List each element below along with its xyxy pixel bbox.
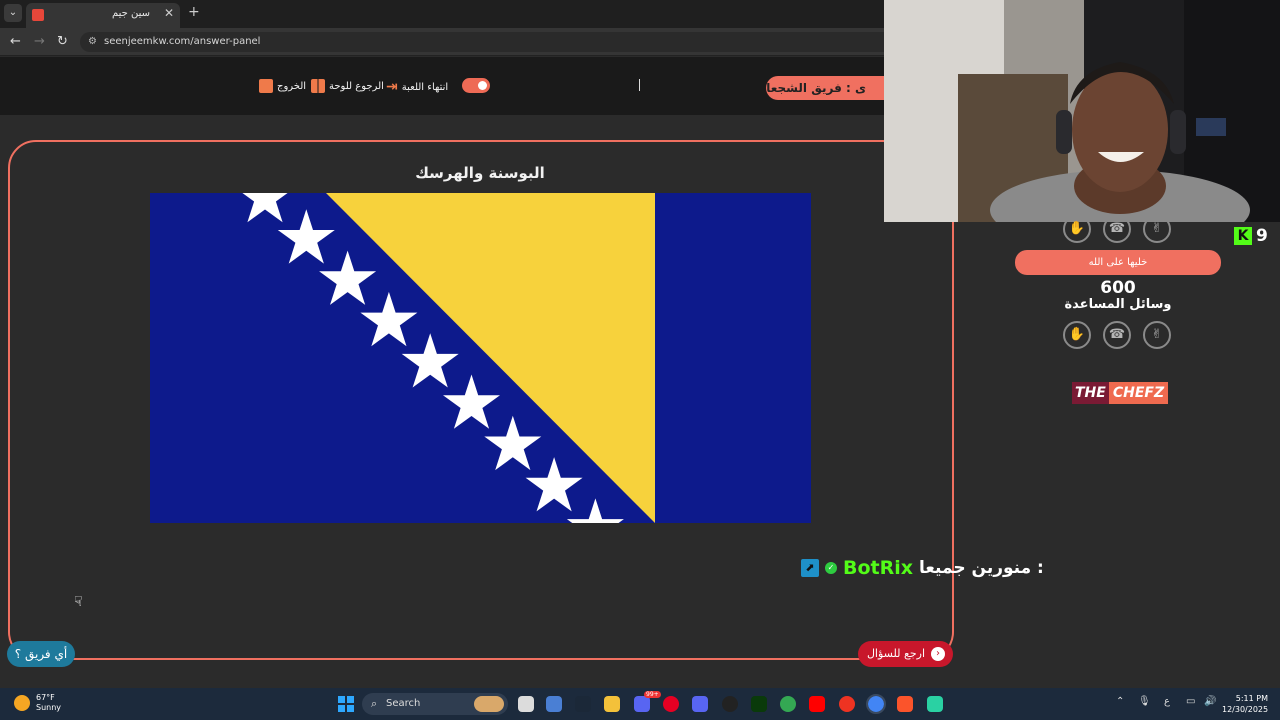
youtube-music-icon[interactable] [839, 696, 855, 712]
sponsor-logo-part2: CHEFZ [1108, 382, 1169, 404]
new-tab-button[interactable]: + [188, 4, 200, 20]
end-game-label: انتهاء اللعبة [401, 81, 449, 93]
grid-board-icon [311, 79, 325, 93]
microphone-icon[interactable]: 🎙 [1138, 696, 1151, 707]
pointer-cursor-icon: ☟ [74, 594, 83, 610]
browser-tab[interactable]: سين جيم ✕ [26, 3, 180, 28]
sun-icon [14, 695, 30, 711]
url-field[interactable]: ⚙ seenjeemkw.com/answer-panel [80, 32, 884, 52]
network-icon[interactable]: ▭ [1186, 696, 1195, 707]
notification-badge: 99+ [644, 691, 661, 698]
youtube-icon[interactable] [809, 696, 825, 712]
clock-time: 5:11 PM [1235, 694, 1268, 703]
sponsor-logo-part1: THE [1072, 382, 1109, 404]
kick-logo-icon: K [1234, 227, 1252, 245]
exit-label: الخروج [277, 80, 307, 92]
url-text: seenjeemkw.com/answer-panel [104, 36, 261, 47]
bot-badge-icon: ⬈ [801, 559, 819, 577]
call-icon[interactable]: ☎ [1103, 215, 1131, 243]
windows-start-icon[interactable] [338, 696, 354, 712]
country-name: البوسنة والهرسك [415, 164, 545, 182]
end-game-arrow-icon: ⇥ [386, 79, 398, 95]
reload-icon[interactable]: ↻ [57, 34, 68, 49]
widgets-icon[interactable] [546, 696, 562, 712]
discord-alt-icon[interactable] [692, 696, 708, 712]
hand-stop-icon[interactable]: ✋ [1063, 215, 1091, 243]
call-icon[interactable]: ☎ [1103, 321, 1131, 349]
which-team-button[interactable]: أي فريق ؟ [7, 641, 75, 667]
verified-check-icon: ✓ [825, 562, 837, 574]
lifelines-row: ✋ ☎ ✌ [1063, 321, 1171, 349]
tab-list-button[interactable]: ⌄ [4, 4, 22, 22]
chevron-left-icon: ‹ [931, 647, 945, 661]
exit-button[interactable]: الخروج [259, 79, 306, 93]
taskbar-search[interactable]: ⌕ Search [362, 693, 508, 715]
back-to-question-label: ارجع للسؤال [866, 647, 925, 660]
game-toolbar: الخروج الرجوع للوحة ⇥ انتهاء اللعبة ى : … [0, 57, 906, 115]
volume-icon[interactable]: 🔊 [1204, 696, 1216, 707]
show-hidden-icons-chevron-icon[interactable]: ⌃ [1116, 696, 1124, 707]
site-info-icon[interactable]: ⚙ [88, 36, 97, 47]
lifelines-row-used: ✋ ☎ ✌ [1063, 215, 1171, 243]
settings-toggle[interactable] [462, 78, 490, 93]
weather-widget[interactable]: 67°F Sunny [14, 693, 61, 713]
steam-icon[interactable] [575, 696, 591, 712]
search-highlight-icon [474, 696, 504, 712]
site-favicon-icon [32, 9, 44, 21]
temperature: 67°F [36, 693, 55, 702]
weather-condition: Sunny [36, 703, 62, 712]
lifelines-heading: وسائل المساعدة [1064, 297, 1172, 312]
discord-icon[interactable] [634, 696, 650, 712]
bosnia-flag-image [150, 193, 811, 523]
peace-hand-icon[interactable]: ✌ [1143, 215, 1171, 243]
chat-message: ⬈ ✓ BotRix : منورين جميعا [801, 556, 1044, 580]
app-store-icon[interactable] [927, 696, 943, 712]
webcam-feed [884, 0, 1280, 222]
end-game-button[interactable]: ⇥ انتهاء اللعبة [386, 79, 448, 95]
input-language[interactable]: ع [1164, 696, 1170, 707]
pinterest-icon[interactable] [663, 696, 679, 712]
chat-username: BotRix [843, 557, 914, 579]
viewer-count: 9 [1256, 226, 1268, 246]
sponsor-logo: THE CHEFZ [1072, 382, 1169, 404]
back-to-board-button[interactable]: الرجوع للوحة [311, 79, 384, 93]
leave-it-to-god-button[interactable]: خليها على الله [1015, 250, 1221, 275]
address-bar: ← → ↻ ⚙ seenjeemkw.com/answer-panel [0, 28, 884, 56]
brave-icon[interactable] [897, 696, 913, 712]
chat-text: : منورين جميعا [919, 558, 1044, 578]
close-tab-icon[interactable]: ✕ [164, 6, 174, 20]
windows-taskbar: 67°F Sunny ⌕ Search 99+ ⌃ 🎙 ع ▭ 🔊 5:11 P… [0, 688, 1280, 720]
back-arrow-icon[interactable]: ← [10, 34, 21, 49]
forward-arrow-icon[interactable]: → [34, 34, 45, 49]
search-placeholder: Search [386, 698, 421, 709]
back-to-board-label: الرجوع للوحة [329, 80, 384, 92]
task-view-icon[interactable] [518, 696, 534, 712]
clock[interactable]: 5:11 PM 12/30/2025 [1222, 693, 1268, 715]
clock-date: 12/30/2025 [1222, 705, 1269, 714]
hand-stop-icon[interactable]: ✋ [1063, 321, 1091, 349]
kick-viewer-count: K 9 [1234, 226, 1268, 246]
kick-app-icon[interactable] [751, 696, 767, 712]
tab-title: سين جيم [111, 8, 150, 19]
obs-icon[interactable] [722, 696, 738, 712]
text-cursor [639, 79, 640, 91]
search-icon: ⌕ [371, 697, 378, 710]
peace-hand-icon[interactable]: ✌ [1143, 321, 1171, 349]
chrome-icon[interactable] [780, 696, 796, 712]
team-score: 600 [1100, 278, 1136, 298]
back-to-question-button[interactable]: ‹ ارجع للسؤال [858, 641, 953, 667]
browser-tab-bar: ⌄ سين جيم ✕ + [0, 0, 884, 28]
chrome-active-icon[interactable] [866, 694, 886, 714]
file-explorer-icon[interactable] [604, 696, 620, 712]
screen: ⌄ سين جيم ✕ + ← → ↻ ⚙ seenjeemkw.com/ans… [0, 0, 1280, 720]
exit-door-icon [259, 79, 273, 93]
